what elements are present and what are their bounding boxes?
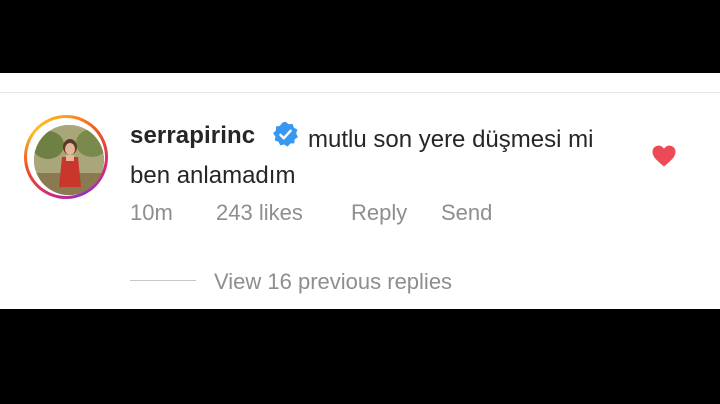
- profile-photo-icon: [34, 125, 104, 195]
- letterbox-bottom: [0, 309, 720, 404]
- avatar[interactable]: [24, 115, 108, 199]
- heart-icon[interactable]: [652, 145, 676, 167]
- reply-button[interactable]: Reply: [351, 200, 407, 226]
- username[interactable]: serrapirinc: [130, 122, 255, 150]
- avatar-image: [34, 125, 104, 195]
- verified-badge-icon: [273, 121, 298, 147]
- letterbox-top: [0, 0, 720, 73]
- view-replies-button[interactable]: View 16 previous replies: [214, 269, 452, 295]
- comment-panel: mutlu son yere düşmesi mi ben anlamadım …: [0, 73, 720, 309]
- send-button[interactable]: Send: [441, 200, 492, 226]
- comment-time: 10m: [130, 200, 173, 225]
- replies-divider: [130, 280, 196, 281]
- likes-count[interactable]: 243 likes: [216, 200, 303, 226]
- divider: [0, 92, 720, 93]
